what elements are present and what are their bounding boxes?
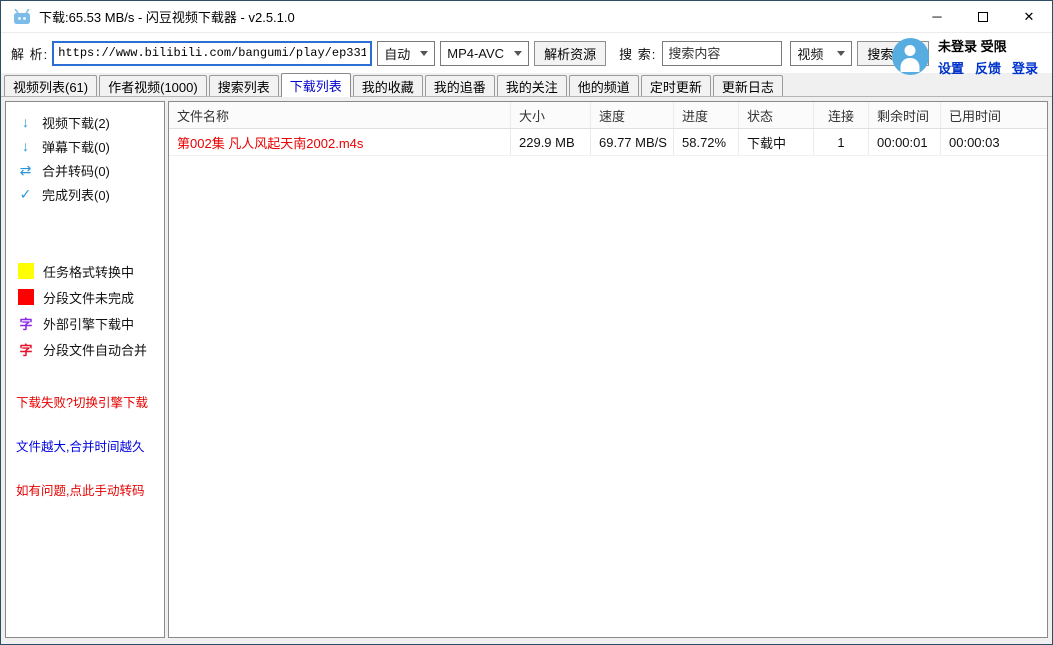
maximize-icon [978, 12, 988, 22]
search-type-select[interactable]: 视频 [790, 41, 852, 66]
cell-progress: 58.72% [674, 129, 739, 155]
mode-select[interactable]: 自动 [377, 41, 435, 66]
char-icon: 字 [18, 314, 34, 333]
cell-speed: 69.77 MB/S [591, 129, 674, 155]
format-select[interactable]: MP4-AVC [440, 41, 529, 66]
legend-item: 任务格式转换中 [6, 258, 164, 284]
account-area: 未登录 受限 设置 反馈 登录 [892, 36, 1038, 77]
url-input[interactable] [52, 41, 372, 66]
close-button[interactable]: ✕ [1006, 1, 1052, 33]
column-header-connections[interactable]: 连接 [814, 102, 869, 128]
column-header-size[interactable]: 大小 [511, 102, 591, 128]
transcode-icon: ⇄ [18, 162, 33, 179]
download-icon: ↓ [18, 138, 33, 154]
tab-my-follows[interactable]: 我的关注 [497, 75, 567, 96]
tab-my-bangumi[interactable]: 我的追番 [425, 75, 495, 96]
char-icon: 字 [18, 340, 34, 359]
legend-item: 分段文件未完成 [6, 284, 164, 310]
search-label: 搜 索: [619, 44, 656, 63]
search-input[interactable] [662, 41, 782, 66]
main-content: ↓ 视频下载(2) ↓ 弹幕下载(0) ⇄ 合并转码(0) ✓ 完成列表(0) … [1, 97, 1052, 644]
tab-search-list[interactable]: 搜索列表 [209, 75, 279, 96]
user-icon [905, 45, 916, 56]
tab-video-list[interactable]: 视频列表(61) [4, 75, 97, 96]
chevron-down-icon [837, 51, 845, 56]
sidebar-item-video-download[interactable]: ↓ 视频下载(2) [6, 110, 164, 134]
yellow-swatch-icon [18, 263, 34, 279]
sidebar: ↓ 视频下载(2) ↓ 弹幕下载(0) ⇄ 合并转码(0) ✓ 完成列表(0) … [5, 101, 165, 638]
minimize-button[interactable]: ─ [914, 1, 960, 33]
toolbar: 解 析: 自动 MP4-AVC 解析资源 搜 索: 视频 搜索资源 未登录 受限 [1, 33, 1052, 73]
settings-link[interactable]: 设置 [938, 58, 964, 77]
sidebar-notes: 下载失败?切换引擎下载 文件越大,合并时间越久 如有问题,点此手动转码 [6, 392, 164, 499]
cell-filename: 第002集 凡人风起天南2002.m4s [169, 129, 511, 155]
app-window: 下载:65.53 MB/s - 闪豆视频下载器 - v2.5.1.0 ─ ✕ 解… [0, 0, 1053, 645]
table-header: 文件名称 大小 速度 进度 状态 连接 剩余时间 已用时间 [169, 102, 1047, 129]
minimize-icon: ─ [932, 9, 941, 24]
column-header-elapsed-time[interactable]: 已用时间 [941, 102, 1011, 128]
sidebar-item-completed-list[interactable]: ✓ 完成列表(0) [6, 182, 164, 206]
note-merge-time: 文件越大,合并时间越久 [6, 436, 164, 455]
table-row[interactable]: 第002集 凡人风起天南2002.m4s 229.9 MB 69.77 MB/S… [169, 129, 1047, 156]
cell-size: 229.9 MB [511, 129, 591, 155]
column-header-status[interactable]: 状态 [739, 102, 814, 128]
column-header-filename[interactable]: 文件名称 [169, 102, 511, 128]
app-logo-icon [13, 9, 31, 25]
legend-item: 字 分段文件自动合并 [6, 336, 164, 362]
sidebar-item-merge-transcode[interactable]: ⇄ 合并转码(0) [6, 158, 164, 182]
window-controls: ─ ✕ [914, 1, 1052, 33]
format-select-value: MP4-AVC [447, 46, 504, 61]
check-icon: ✓ [18, 186, 33, 203]
titlebar: 下载:65.53 MB/s - 闪豆视频下载器 - v2.5.1.0 ─ ✕ [1, 1, 1052, 33]
login-link[interactable]: 登录 [1012, 58, 1038, 77]
chevron-down-icon [420, 51, 428, 56]
cell-elapsed-time: 00:00:03 [941, 129, 1011, 155]
cell-status: 下载中 [739, 129, 814, 155]
search-type-value: 视频 [797, 44, 823, 63]
parse-label: 解 析: [11, 44, 48, 63]
note-switch-engine[interactable]: 下载失败?切换引擎下载 [6, 392, 164, 411]
sidebar-item-danmaku-download[interactable]: ↓ 弹幕下载(0) [6, 134, 164, 158]
legend-item: 字 外部引擎下载中 [6, 310, 164, 336]
chevron-down-icon [514, 51, 522, 56]
tab-author-videos[interactable]: 作者视频(1000) [99, 75, 207, 96]
login-status: 未登录 受限 [938, 36, 1038, 55]
tab-changelog[interactable]: 更新日志 [713, 75, 783, 96]
tab-my-favorites[interactable]: 我的收藏 [353, 75, 423, 96]
download-icon: ↓ [18, 114, 33, 130]
note-manual-transcode[interactable]: 如有问题,点此手动转码 [6, 480, 164, 499]
maximize-button[interactable] [960, 1, 1006, 33]
cell-connections: 1 [814, 129, 869, 155]
status-legend: 任务格式转换中 分段文件未完成 字 外部引擎下载中 字 分段文件自动合并 [6, 258, 164, 362]
tab-scheduled-update[interactable]: 定时更新 [641, 75, 711, 96]
parse-button[interactable]: 解析资源 [534, 41, 606, 66]
red-swatch-icon [18, 289, 34, 305]
cell-remaining-time: 00:00:01 [869, 129, 941, 155]
tab-his-channel[interactable]: 他的频道 [569, 75, 639, 96]
avatar[interactable] [892, 38, 929, 75]
mode-select-value: 自动 [384, 44, 410, 63]
tab-download-list[interactable]: 下载列表 [281, 73, 351, 97]
column-header-speed[interactable]: 速度 [591, 102, 674, 128]
column-header-progress[interactable]: 进度 [674, 102, 739, 128]
feedback-link[interactable]: 反馈 [975, 58, 1001, 77]
window-title: 下载:65.53 MB/s - 闪豆视频下载器 - v2.5.1.0 [39, 7, 295, 26]
close-icon: ✕ [1024, 9, 1035, 25]
column-header-remaining-time[interactable]: 剩余时间 [869, 102, 941, 128]
download-table: 文件名称 大小 速度 进度 状态 连接 剩余时间 已用时间 第002集 凡人风起… [168, 101, 1048, 638]
